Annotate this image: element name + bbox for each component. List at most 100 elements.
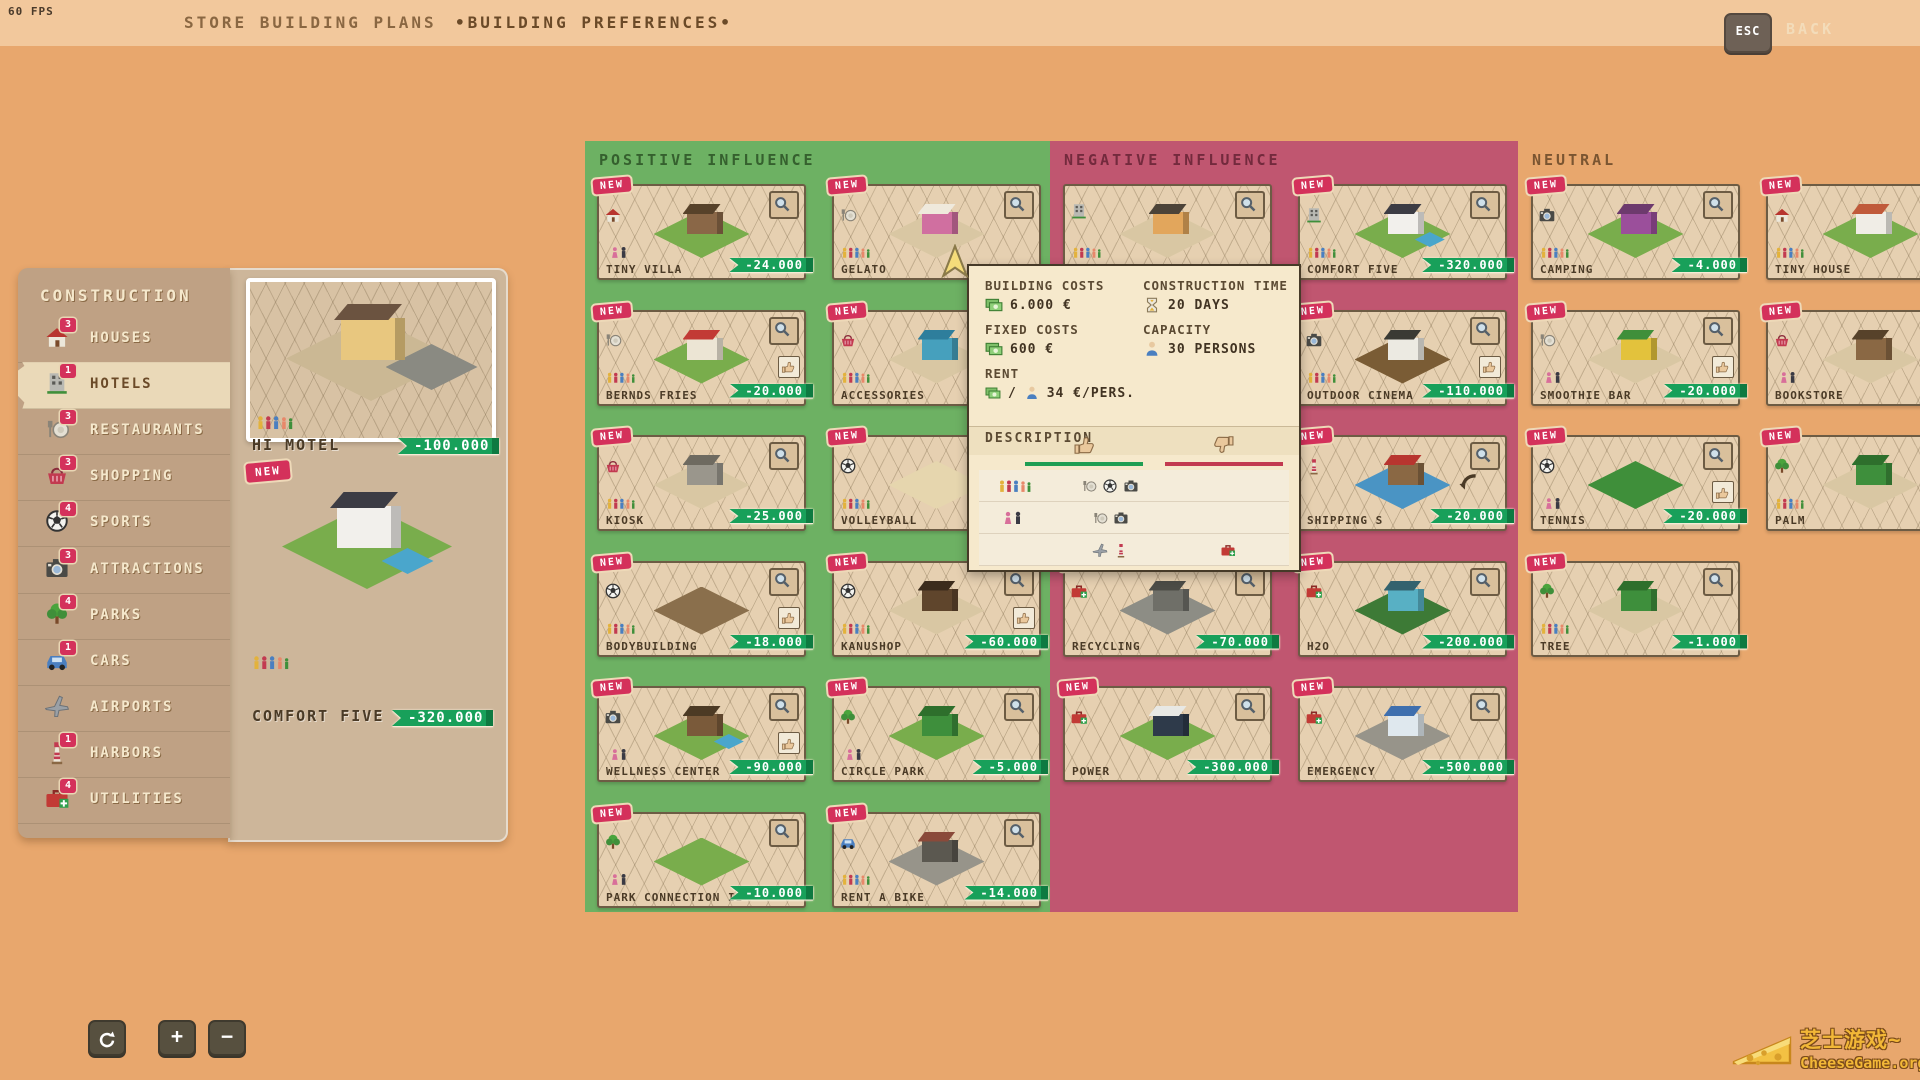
magnifier-button[interactable] [1004, 191, 1034, 219]
building-card-h2o[interactable]: NEWH2O-200.000 [1298, 561, 1507, 657]
dislikes-icons [1169, 542, 1287, 558]
building-card-circle-park[interactable]: NEWCIRCLE PARK-5.000 [832, 686, 1041, 782]
money-icon [985, 384, 1001, 402]
esc-key-button[interactable]: ESC [1724, 13, 1772, 53]
magnifier-button[interactable] [1235, 191, 1265, 219]
sidebar-item-hotels[interactable]: 1HOTELS [18, 362, 230, 409]
tooltip-stats: BUILDING COSTS 6.000 € CONSTRUCTION TIME… [969, 266, 1299, 410]
magnifier-button[interactable] [769, 317, 799, 345]
magnifier-button[interactable] [1470, 442, 1500, 470]
building-card-tree[interactable]: NEWTREE-1.000 [1531, 561, 1740, 657]
count-badge: 4 [60, 595, 76, 609]
magnifier-button[interactable] [1703, 317, 1733, 345]
magnifier-button[interactable] [1470, 191, 1500, 219]
magnifier-button[interactable] [1470, 693, 1500, 721]
watermark-url: CheeseGame.org [1800, 1054, 1920, 1072]
sidebar-item-harbors[interactable]: 1HARBORS [18, 731, 230, 778]
price-ribbon: -320.000 [392, 710, 493, 726]
magnifier-button[interactable] [1470, 317, 1500, 345]
building-name: ACCESSORIES [841, 389, 925, 402]
magnifier-button[interactable] [769, 568, 799, 596]
catalog-item-hi-motel[interactable] [246, 278, 496, 442]
rotate-arrow-icon [1457, 471, 1479, 493]
group-icon [1540, 242, 1570, 261]
negative-section-title: NEGATIVE INFLUENCE [1064, 151, 1281, 169]
sidebar-item-airports[interactable]: AIRPORTS [18, 685, 230, 732]
positive-section-title: POSITIVE INFLUENCE [599, 151, 816, 169]
sidebar-item-utilities[interactable]: 4UTILITIES [18, 777, 230, 824]
building-card-kiosk[interactable]: NEWKIOSK-25.000 [597, 435, 806, 531]
money-icon [985, 340, 1003, 358]
building-card-bernds-fries[interactable]: NEWBERNDS FRIES-20.000 [597, 310, 806, 406]
attractions-category-icon [1538, 204, 1556, 222]
magnifier-button[interactable] [769, 191, 799, 219]
building-card-bookstore[interactable]: NEWBOOKSTORE [1766, 310, 1920, 406]
sidebar-item-shopping[interactable]: 3SHOPPING [18, 454, 230, 501]
tab-building-preferences[interactable]: •BUILDING PREFERENCES• [455, 13, 733, 32]
mouse-cursor-icon [938, 244, 972, 282]
building-card-comfort-five[interactable]: NEWCOMFORT FIVE-320.000 [1298, 184, 1507, 280]
building-card-tiny-villa[interactable]: NEWTINY VILLA-24.000 [597, 184, 806, 280]
rotate-icon [97, 1030, 117, 1050]
building-card-tiny-house[interactable]: NEWTINY HOUSE [1766, 184, 1920, 280]
building-card-smoothie-bar[interactable]: NEWSMOOTHIE BAR-20.000 [1531, 310, 1740, 406]
award-stamp-icon [778, 732, 800, 754]
utilities-category-icon [1305, 706, 1323, 724]
building-name: BODYBUILDING [606, 640, 697, 653]
magnifier-button[interactable] [769, 442, 799, 470]
zoom-in-button[interactable]: + [158, 1020, 196, 1056]
restaurants-icon: 3 [44, 416, 70, 442]
building-card-bodybuilding[interactable]: NEWBODYBUILDING-18.000 [597, 561, 806, 657]
price-ribbon: -18.000 [729, 635, 813, 649]
magnifier-button[interactable] [1004, 819, 1034, 847]
sidebar-item-restaurants[interactable]: 3RESTAURANTS [18, 408, 230, 455]
sidebar-item-parks[interactable]: 4PARKS [18, 593, 230, 640]
magnifier-button[interactable] [769, 693, 799, 721]
building-card-recycling[interactable]: NEWRECYCLING-70.000 [1063, 561, 1272, 657]
neutral-section-title: NEUTRAL [1532, 151, 1616, 169]
building-name: WELLNESS CENTER [606, 765, 720, 778]
shopping-category-icon [839, 330, 857, 348]
building-card-palm[interactable]: NEWPALM [1766, 435, 1920, 531]
cars-icon: 1 [44, 647, 70, 673]
attractions-icon [1113, 510, 1129, 526]
sidebar-item-houses[interactable]: 3HOUSES [18, 316, 230, 363]
couple-icon [606, 242, 636, 261]
couple-icon [606, 870, 636, 889]
building-card-park-connection-ii[interactable]: NEWPARK CONNECTION II-10.000 [597, 812, 806, 908]
group-icon [841, 870, 871, 889]
new-badge: NEW [1526, 302, 1565, 320]
count-badge: 1 [60, 364, 76, 378]
building-card-outdoor-cinema[interactable]: NEWOUTDOOR CINEMA-110.000 [1298, 310, 1507, 406]
magnifier-button[interactable] [1004, 693, 1034, 721]
stat-fixed-costs: FIXED COSTS 600 € [985, 322, 1135, 358]
magnifier-button[interactable] [1470, 568, 1500, 596]
back-button[interactable]: BACK [1786, 20, 1834, 38]
price-ribbon: -20.000 [1430, 509, 1514, 523]
catalog-item-comfort-five[interactable] [246, 470, 488, 700]
group-icon [979, 476, 1051, 495]
magnifier-button[interactable] [1703, 442, 1733, 470]
building-card-rent-a-bike[interactable]: NEWRENT A BIKE-14.000 [832, 812, 1041, 908]
building-card-camping[interactable]: NEWCAMPING-4.000 [1531, 184, 1740, 280]
group-icon [606, 619, 636, 638]
magnifier-button[interactable] [1703, 568, 1733, 596]
building-card-wellness-center[interactable]: NEWWELLNESS CENTER-90.000 [597, 686, 806, 782]
magnifier-button[interactable] [1703, 191, 1733, 219]
building-card-kanushop[interactable]: NEWKANUSHOP-60.000 [832, 561, 1041, 657]
building-card-tennis[interactable]: NEWTENNIS-20.000 [1531, 435, 1740, 531]
count-badge: 3 [60, 318, 76, 332]
sidebar-item-sports[interactable]: 4SPORTS [18, 500, 230, 547]
magnifier-button[interactable] [769, 819, 799, 847]
magnifier-button[interactable] [1235, 693, 1265, 721]
rotate-camera-button[interactable] [88, 1020, 126, 1056]
count-badge: 3 [60, 410, 76, 424]
building-card-shipping-s[interactable]: NEWSHIPPING S-20.000 [1298, 435, 1507, 531]
building-name: BERNDS FRIES [606, 389, 697, 402]
building-card-power[interactable]: NEWPOWER-300.000 [1063, 686, 1272, 782]
sidebar-item-cars[interactable]: 1CARS [18, 639, 230, 686]
building-card-emergency[interactable]: NEWEMERGENCY-500.000 [1298, 686, 1507, 782]
sidebar-item-attractions[interactable]: 3ATTRACTIONS [18, 547, 230, 594]
tab-store-building-plans[interactable]: STORE BUILDING PLANS [184, 13, 437, 32]
zoom-out-button[interactable]: − [208, 1020, 246, 1056]
